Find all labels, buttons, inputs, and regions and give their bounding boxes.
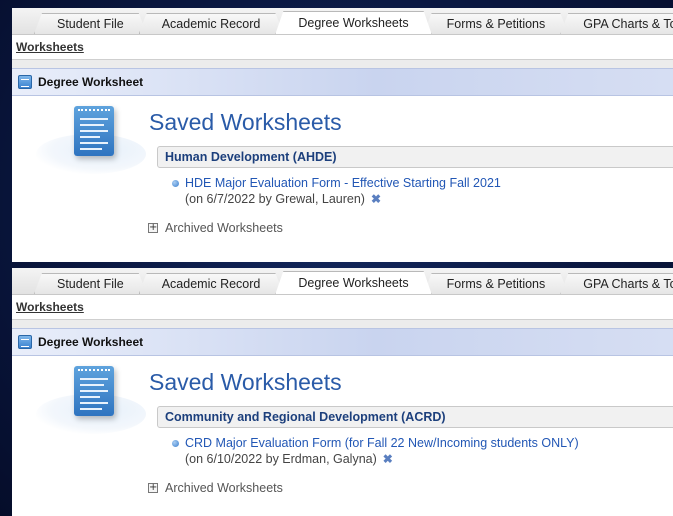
tab-academic-record[interactable]: Academic Record bbox=[139, 273, 284, 294]
saved-worksheets-heading: Saved Worksheets bbox=[149, 369, 342, 395]
delete-icon[interactable]: ✖ bbox=[383, 452, 393, 466]
content-area: Saved Worksheets Human Development (AHDE… bbox=[12, 96, 673, 246]
expand-plus-icon[interactable]: + bbox=[148, 223, 158, 233]
major-group-header: Community and Regional Development (ACRD… bbox=[157, 406, 673, 428]
archived-worksheets-toggle[interactable]: + Archived Worksheets bbox=[148, 481, 283, 495]
archived-worksheets-label[interactable]: Archived Worksheets bbox=[165, 221, 283, 235]
tab-student-file[interactable]: Student File bbox=[34, 273, 147, 294]
major-group-label: Community and Regional Development (ACRD… bbox=[165, 410, 446, 424]
spacer bbox=[12, 60, 673, 68]
degree-worksheet-panel-top: Student File Academic Record Degree Work… bbox=[12, 8, 673, 262]
worksheet-meta-text: (on 6/7/2022 by Grewal, Lauren) bbox=[185, 192, 365, 206]
tab-degree-worksheets[interactable]: Degree Worksheets bbox=[275, 11, 431, 34]
tab-bar: Student File Academic Record Degree Work… bbox=[12, 8, 673, 35]
section-header: Degree Worksheet bbox=[12, 68, 673, 96]
worksheet-meta: (on 6/7/2022 by Grewal, Lauren) ✖ bbox=[185, 192, 381, 206]
content-area: Saved Worksheets Community and Regional … bbox=[12, 356, 673, 506]
saved-worksheets-heading: Saved Worksheets bbox=[149, 109, 342, 135]
document-illustration-icon bbox=[36, 364, 146, 439]
subnav: Worksheets bbox=[12, 35, 673, 60]
archived-worksheets-label[interactable]: Archived Worksheets bbox=[165, 481, 283, 495]
archived-worksheets-toggle[interactable]: + Archived Worksheets bbox=[148, 221, 283, 235]
major-group-label: Human Development (AHDE) bbox=[165, 150, 337, 164]
section-title: Degree Worksheet bbox=[38, 75, 144, 89]
delete-icon[interactable]: ✖ bbox=[371, 192, 381, 206]
subnav: Worksheets bbox=[12, 295, 673, 320]
tab-academic-record[interactable]: Academic Record bbox=[139, 13, 284, 34]
bullet-icon bbox=[172, 440, 179, 447]
worksheet-icon bbox=[18, 75, 32, 89]
tab-gpa-charts-tools[interactable]: GPA Charts & Tools bbox=[560, 273, 673, 294]
worksheets-link[interactable]: Worksheets bbox=[16, 300, 84, 314]
tab-student-file[interactable]: Student File bbox=[34, 13, 147, 34]
tab-forms-petitions[interactable]: Forms & Petitions bbox=[424, 273, 569, 294]
worksheet-link[interactable]: HDE Major Evaluation Form - Effective St… bbox=[185, 176, 501, 190]
section-title: Degree Worksheet bbox=[38, 335, 144, 349]
document-illustration-icon bbox=[36, 104, 146, 179]
spacer bbox=[12, 320, 673, 328]
tab-gpa-charts-tools[interactable]: GPA Charts & Tools bbox=[560, 13, 673, 34]
worksheet-link[interactable]: CRD Major Evaluation Form (for Fall 22 N… bbox=[185, 436, 579, 450]
tab-degree-worksheets[interactable]: Degree Worksheets bbox=[275, 271, 431, 294]
tab-bar: Student File Academic Record Degree Work… bbox=[12, 268, 673, 295]
worksheet-meta: (on 6/10/2022 by Erdman, Galyna) ✖ bbox=[185, 452, 393, 466]
tab-forms-petitions[interactable]: Forms & Petitions bbox=[424, 13, 569, 34]
bullet-icon bbox=[172, 180, 179, 187]
worksheet-meta-text: (on 6/10/2022 by Erdman, Galyna) bbox=[185, 452, 377, 466]
degree-worksheet-panel-bottom: Student File Academic Record Degree Work… bbox=[12, 268, 673, 516]
worksheets-link[interactable]: Worksheets bbox=[16, 40, 84, 54]
expand-plus-icon[interactable]: + bbox=[148, 483, 158, 493]
worksheet-icon bbox=[18, 335, 32, 349]
major-group-header: Human Development (AHDE) bbox=[157, 146, 673, 168]
section-header: Degree Worksheet bbox=[12, 328, 673, 356]
